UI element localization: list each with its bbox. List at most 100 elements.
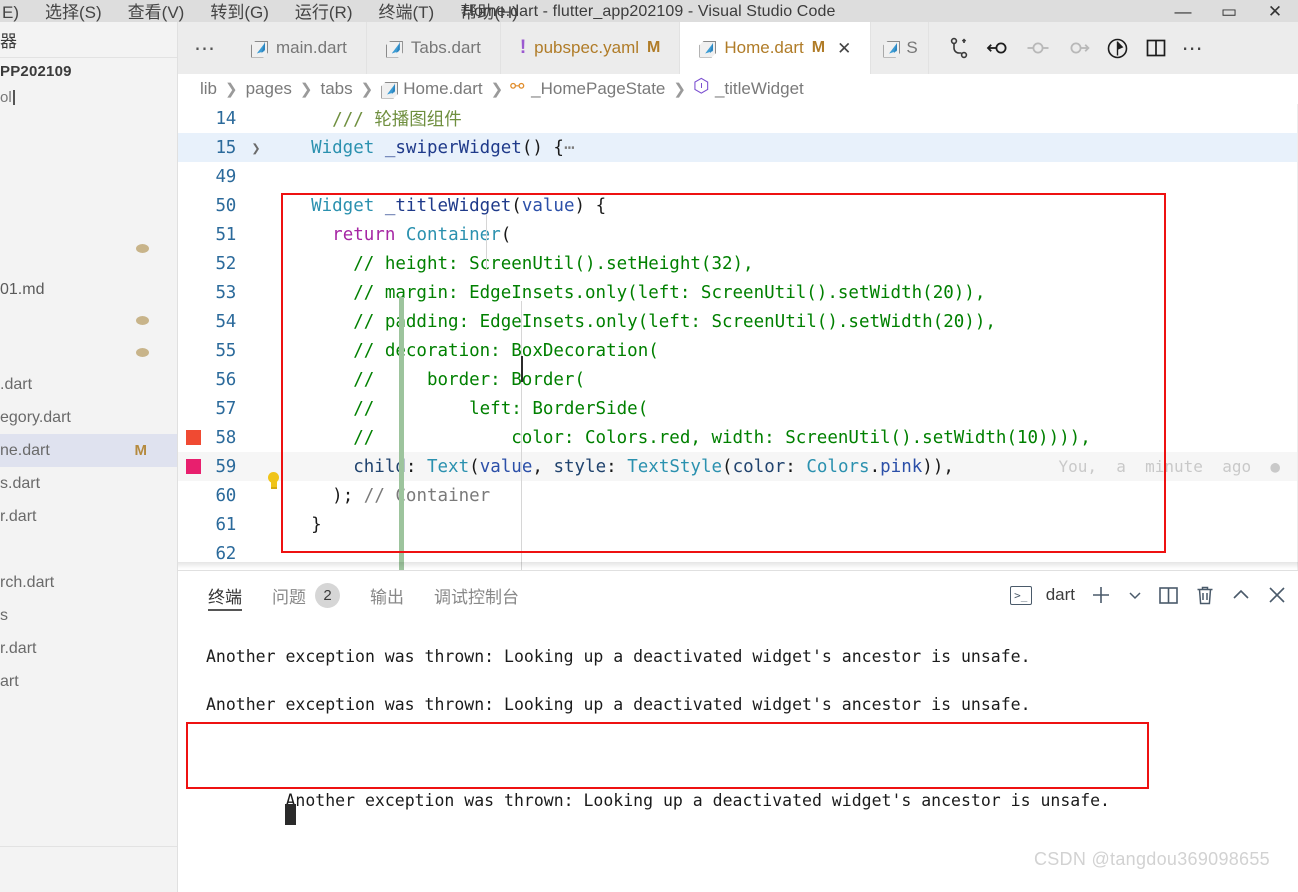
code-token: /// xyxy=(332,110,375,130)
code-lines[interactable]: 14 /// 轮播图组件 15 ❯ Widget _swiperWidget() {… xyxy=(178,104,1298,568)
list-item[interactable] xyxy=(0,225,177,273)
breadcrumb-item-tabs[interactable]: tabs xyxy=(321,79,353,99)
code-line[interactable]: 59 child: Text(value, style: TextStyle(c… xyxy=(178,452,1298,489)
code-line[interactable]: 15 ❯ Widget _swiperWidget() {⋯ xyxy=(178,133,1298,162)
git-blame-codelens[interactable]: You, a minute ago ● xyxy=(1058,457,1280,476)
breadcrumb[interactable]: lib ❯ pages ❯ tabs ❯ Home.dart ❯ _HomePa… xyxy=(178,74,1298,104)
step-into-icon[interactable] xyxy=(1065,37,1091,59)
code-line[interactable]: 56 // border: Border( xyxy=(178,365,1298,394)
step-back-icon[interactable] xyxy=(985,37,1011,59)
breadcrumb-item-pages[interactable]: pages xyxy=(246,79,292,99)
list-item[interactable]: egory.dart xyxy=(0,401,177,434)
breadcrumb-item-home-dart[interactable]: Home.dart xyxy=(381,79,483,99)
menu-item-goto[interactable]: 转到(G) xyxy=(210,3,269,22)
tab-main-dart[interactable]: main.dart xyxy=(232,22,367,74)
breakpoint-marker[interactable] xyxy=(186,459,201,474)
list-item[interactable] xyxy=(0,306,177,336)
tab-problems[interactable]: 问题 2 xyxy=(272,571,340,619)
source-control-graph-icon[interactable] xyxy=(947,36,971,60)
code-line[interactable]: 51 return Container( xyxy=(178,220,1298,249)
tab-output[interactable]: 输出 xyxy=(370,571,404,619)
list-item[interactable]: .dart xyxy=(0,368,177,401)
code-line[interactable]: 61 } xyxy=(178,510,1298,539)
code-line[interactable]: 50 Widget _titleWidget(value) { xyxy=(178,191,1298,220)
code-line[interactable]: 53 // margin: EdgeInsets.only(left: Scre… xyxy=(178,278,1298,307)
chevron-down-icon[interactable] xyxy=(1127,587,1143,603)
close-window-button[interactable]: ✕ xyxy=(1252,0,1298,24)
code-line[interactable]: 55 // decoration: BoxDecoration( xyxy=(178,336,1298,365)
split-editor-icon[interactable] xyxy=(1144,37,1168,59)
menu-item-help[interactable]: 帮助(H) xyxy=(460,3,518,22)
list-item[interactable]: 01.md xyxy=(0,273,177,306)
run-and-debug-icon[interactable] xyxy=(1105,36,1130,61)
list-item[interactable] xyxy=(0,533,177,566)
menu-item-terminal[interactable]: 终端(T) xyxy=(379,3,435,22)
code-line[interactable]: 14 /// 轮播图组件 xyxy=(178,104,1298,133)
more-actions-icon[interactable]: ⋯ xyxy=(1182,36,1204,61)
menu-item-select[interactable]: 选择(S) xyxy=(45,3,102,22)
code-line[interactable]: 60 ); // Container xyxy=(178,481,1298,510)
list-item[interactable]: r.dart xyxy=(0,500,177,533)
maximize-button[interactable]: ▭ xyxy=(1206,0,1252,24)
trash-icon[interactable] xyxy=(1194,584,1216,607)
tab-scroll-ellipsis[interactable]: ⋯ xyxy=(178,22,232,74)
tab-pubspec-yaml[interactable]: ! pubspec.yaml M xyxy=(500,22,681,74)
list-item[interactable]: art xyxy=(0,665,177,698)
add-icon[interactable] xyxy=(1089,583,1113,607)
window-controls[interactable]: — ▭ ✕ xyxy=(1160,0,1298,24)
tab-debug-console[interactable]: 调试控制台 xyxy=(434,571,519,619)
collapse-panel-icon[interactable] xyxy=(1230,585,1252,605)
code-line[interactable]: 49 xyxy=(178,162,1298,191)
code-token: ( xyxy=(469,456,480,477)
panel-tabs[interactable]: 终端 问题 2 输出 调试控制台 xyxy=(178,571,519,619)
tab-home-dart[interactable]: Home.dart M ✕ xyxy=(680,22,872,74)
explorer-sidebar[interactable]: 器 PP202109 ol 01.md .dart egory.dart ne.… xyxy=(0,22,178,892)
list-item[interactable]: s.dart xyxy=(0,467,177,500)
split-terminal-icon[interactable] xyxy=(1157,585,1180,606)
code-text: } xyxy=(280,515,322,535)
breadcrumb-item-lib[interactable]: lib xyxy=(200,79,217,99)
minimize-button[interactable]: — xyxy=(1160,0,1206,24)
tab-clipped-next[interactable]: S xyxy=(883,22,929,74)
code-text: // padding: EdgeInsets.only(left: Screen… xyxy=(280,312,996,332)
list-item[interactable]: rch.dart xyxy=(0,566,177,599)
dart-icon xyxy=(699,40,716,57)
terminal-name-label[interactable]: dart xyxy=(1046,585,1075,605)
breadcrumb-item-titlewidget[interactable]: _titleWidget xyxy=(693,75,804,99)
menu-item-file[interactable]: E) xyxy=(2,3,19,22)
menu-item-run[interactable]: 运行(R) xyxy=(295,3,353,22)
close-icon[interactable]: ✕ xyxy=(837,40,851,57)
workspace-folder-label[interactable]: PP202109 xyxy=(0,58,177,84)
terminal-output[interactable]: Another exception was thrown: Looking up… xyxy=(178,619,1298,825)
menu-item-view[interactable]: 查看(V) xyxy=(128,3,185,22)
code-line[interactable]: 54 // padding: EdgeInsets.only(left: Scr… xyxy=(178,307,1298,336)
sidebar-search-row[interactable]: ol xyxy=(0,84,177,110)
terminal-icon: >_ xyxy=(1009,585,1032,605)
step-over-icon[interactable] xyxy=(1025,37,1051,59)
code-line[interactable]: 57 // left: BorderSide( xyxy=(178,394,1298,423)
code-token: ( xyxy=(722,456,733,477)
fold-chevron-icon[interactable]: ❯ xyxy=(246,139,266,157)
list-item-selected[interactable]: ne.dart M xyxy=(0,434,177,467)
list-item[interactable]: r.dart xyxy=(0,632,177,665)
tab-tabs-dart[interactable]: Tabs.dart xyxy=(366,22,501,74)
code-token: style xyxy=(553,456,607,477)
chevron-right-icon: ❯ xyxy=(299,81,313,98)
bottom-panel[interactable]: 终端 问题 2 输出 调试控制台 >_ dart Another excepti… xyxy=(178,570,1298,892)
code-line[interactable]: 52 // height: ScreenUtil().setHeight(32)… xyxy=(178,249,1298,278)
terminal-cursor xyxy=(285,804,297,825)
tab-terminal[interactable]: 终端 xyxy=(208,571,242,619)
editor-tab-bar[interactable]: ⋯ main.dart Tabs.dart ! pubspec.yaml M H… xyxy=(178,22,1298,74)
code-line[interactable]: 58 // color: Colors.red, width: ScreenUt… xyxy=(178,423,1298,452)
panel-header[interactable]: 终端 问题 2 输出 调试控制台 >_ dart xyxy=(178,571,1298,619)
menu-bar[interactable]: E) 选择(S) 查看(V) 转到(G) 运行(R) 终端(T) 帮助(H) xyxy=(0,3,518,22)
panel-toolbar[interactable]: >_ dart xyxy=(1009,583,1288,607)
editor-actions[interactable]: ⋯ xyxy=(933,36,1204,61)
close-panel-icon[interactable] xyxy=(1266,584,1288,606)
breadcrumb-item-homepagestate[interactable]: _HomePageState xyxy=(510,77,665,99)
list-item[interactable] xyxy=(0,336,177,368)
file-tree[interactable]: 01.md .dart egory.dart ne.dart M s.dart xyxy=(0,225,177,698)
code-editor[interactable]: 14 /// 轮播图组件 15 ❯ Widget _swiperWidget() {… xyxy=(178,104,1298,570)
breakpoint-marker[interactable] xyxy=(186,430,201,445)
list-item[interactable]: s xyxy=(0,599,177,632)
